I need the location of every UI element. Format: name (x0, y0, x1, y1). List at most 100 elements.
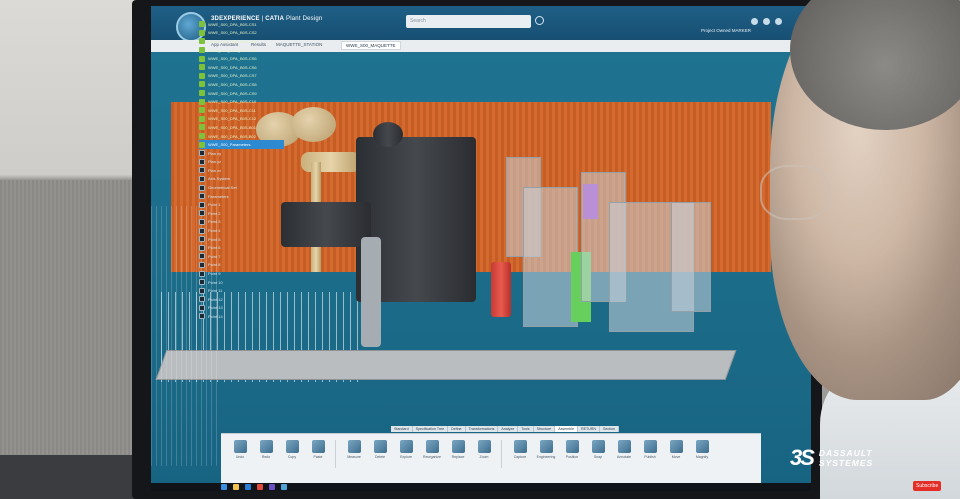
tree-item[interactable]: WWE_S00_DPA_B0S-CS9 (199, 89, 284, 98)
tree-item[interactable]: WWE_S00_DPA_B0S-CS4 (199, 46, 284, 55)
command-label: Publish (644, 455, 656, 459)
tab-tools[interactable]: Tools (518, 426, 534, 432)
point-icon (199, 244, 205, 251)
help-icon[interactable] (763, 18, 770, 25)
tree-item-point[interactable]: Point 7 (199, 252, 284, 261)
tab-structure[interactable]: Structure (533, 426, 556, 432)
part-icon (199, 115, 205, 122)
explore-button[interactable]: Explore (395, 440, 417, 459)
monitor-screen: 3DEXPERIENCE | CATIA Plant Design Search… (151, 6, 811, 491)
tab-define[interactable]: Define (448, 426, 466, 432)
tab-specification-tree[interactable]: Specification Tree (412, 426, 449, 432)
app-icon[interactable] (281, 484, 287, 490)
delete-icon (373, 440, 387, 453)
measure-button[interactable]: Measure (343, 440, 365, 459)
position-icon (565, 440, 579, 453)
tree-item[interactable]: WWE_S00_DPA_B0S-CS1 (199, 20, 284, 29)
tab-assemble[interactable]: Assemble (555, 426, 578, 432)
tree-item-point[interactable]: Point 4 (199, 226, 284, 235)
move-icon (669, 440, 683, 453)
tree-item-label: Point 7 (208, 253, 221, 259)
tree-item-point[interactable]: Point 9 (199, 269, 284, 278)
tree-item-point[interactable]: Point 12 (199, 295, 284, 304)
search-input[interactable]: Search (406, 15, 531, 28)
move-button[interactable]: Move (665, 440, 687, 459)
tree-item[interactable]: Plan yz (199, 158, 284, 167)
share-icon[interactable] (751, 18, 758, 25)
tree-item[interactable]: WWE_S00_DPA_B0S-C11 (199, 106, 284, 115)
folder-icon[interactable] (233, 484, 239, 490)
tree-item[interactable]: Plan xy (199, 149, 284, 158)
undo-button[interactable]: Undo (229, 440, 251, 459)
ds-wordmark: DASSAULT SYSTEMES (819, 448, 873, 468)
magnify-button[interactable]: Magnify (691, 440, 713, 459)
tree-item-point[interactable]: Point 11 (199, 286, 284, 295)
user-icon[interactable] (775, 18, 782, 25)
tree-item-point[interactable]: Point 6 (199, 243, 284, 252)
tree-item-point[interactable]: Point 1 (199, 200, 284, 209)
point-icon (199, 236, 205, 243)
tree-item-point[interactable]: Point 5 (199, 235, 284, 244)
tree-item-label: WWE_S00_DPA_B0S-CS1 (208, 21, 257, 27)
tree-item[interactable]: WWE_S00_DPA_B0S-CS2 (199, 29, 284, 38)
reorganize-button[interactable]: Reorganize (421, 440, 443, 459)
role-name: Plant Design (286, 16, 323, 22)
tree-item[interactable]: Axis System (199, 175, 284, 184)
tree-item-point[interactable]: Point 14 (199, 312, 284, 321)
redo-button[interactable]: Redo (255, 440, 277, 459)
delete-button[interactable]: Delete (369, 440, 391, 459)
part-icon (199, 124, 205, 131)
snap-icon (591, 440, 605, 453)
tab-standard[interactable]: Standard (391, 426, 413, 432)
tree-item[interactable]: WWE_S00_DPA_B0S-C12 (199, 115, 284, 124)
tree-item[interactable]: WWE_S00_DPA_B0S-CS7 (199, 72, 284, 81)
browser-icon[interactable] (257, 484, 263, 490)
paste-button[interactable]: Paste (307, 440, 329, 459)
engineering-button[interactable]: Engineering (535, 440, 557, 459)
tree-item-point[interactable]: Point 3 (199, 218, 284, 227)
measure-icon (347, 440, 361, 453)
tab-section[interactable]: Section (599, 426, 619, 432)
specification-tree: WWE_S00_DPA_B0S-CS1 WWE_S00_DPA_B0S-CS2 … (199, 20, 284, 321)
engineering-icon (539, 440, 553, 453)
tree-item-selected[interactable]: WWE_S00_Parameters (199, 140, 284, 149)
tab-return[interactable]: RETURN (577, 426, 600, 432)
replace-button[interactable]: Replace (447, 440, 469, 459)
tree-item-point[interactable]: Point 2 (199, 209, 284, 218)
snap-button[interactable]: Snap (587, 440, 609, 459)
tree-item[interactable]: WWE_S00_DPA_B0S-CS5 (199, 54, 284, 63)
teams-icon[interactable] (269, 484, 275, 490)
search-icon[interactable] (535, 16, 544, 25)
position-button[interactable]: Position (561, 440, 583, 459)
tab-transformations[interactable]: Transformations (465, 426, 499, 432)
tree-item-point[interactable]: Point 8 (199, 261, 284, 270)
capture-button[interactable]: Capture (509, 440, 531, 459)
tree-item-point[interactable]: Point 10 (199, 278, 284, 287)
tree-item[interactable]: WWE_S00_DPA_B0S-C10 (199, 97, 284, 106)
command-label: Replace (451, 455, 465, 459)
tree-item[interactable]: WWE_S00_DPA_B0S-B02 (199, 132, 284, 141)
user-name[interactable]: Project Owned MARKER (701, 28, 751, 33)
publish-button[interactable]: Publish (639, 440, 661, 459)
tree-item-label: WWE_S00_DPA_B0S-CS3 (208, 38, 257, 44)
zoom-button[interactable]: Zoom (473, 440, 495, 459)
subscribe-button[interactable]: Subscribe (913, 481, 942, 491)
tree-item[interactable]: WWE_S00_DPA_B0S-CS3 (199, 37, 284, 46)
tree-item-label: WWE_S00_DPA_B0S-CS2 (208, 30, 257, 36)
copy-button[interactable]: Copy (281, 440, 303, 459)
part-icon (199, 55, 205, 62)
mail-icon[interactable] (245, 484, 251, 490)
annotate-button[interactable]: Annotate (613, 440, 635, 459)
start-icon[interactable] (221, 484, 227, 490)
tree-item[interactable]: Parameters (199, 192, 284, 201)
tree-item[interactable]: WWE_S00_DPA_B0S-CS6 (199, 63, 284, 72)
tab-wwe-maquette[interactable]: WWE_S00_MAQUETTE (341, 41, 401, 50)
tab-analyze[interactable]: Analyze (498, 426, 519, 432)
tree-item-point[interactable]: Point 13 (199, 304, 284, 313)
point-icon (199, 218, 205, 225)
command-label: Measure (347, 455, 361, 459)
tree-item[interactable]: Geometrical Set (199, 183, 284, 192)
tree-item[interactable]: WWE_S00_DPA_B0S-B01 (199, 123, 284, 132)
tree-item[interactable]: Plan zx (199, 166, 284, 175)
tree-item[interactable]: WWE_S00_DPA_B0S-CS8 (199, 80, 284, 89)
